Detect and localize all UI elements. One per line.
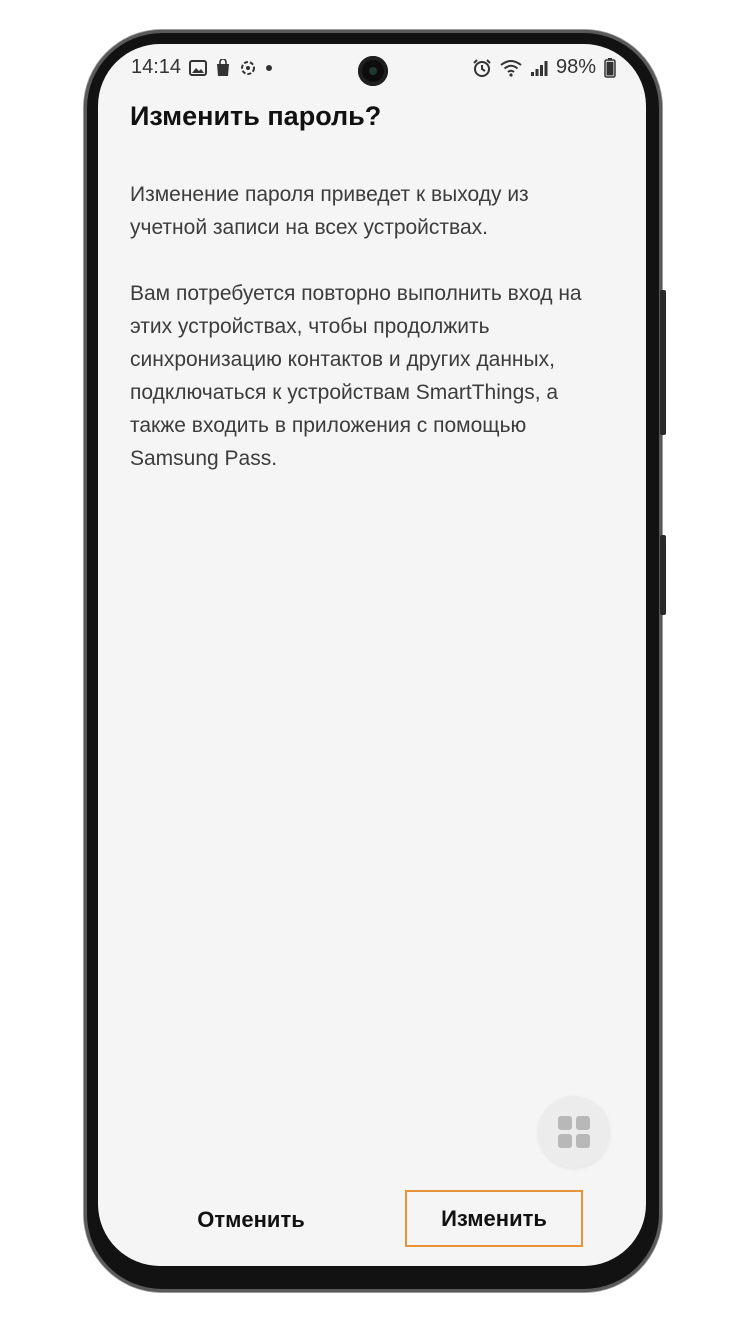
apps-grid-button[interactable] [538, 1096, 610, 1168]
battery-icon [604, 57, 616, 79]
phone-mockup: 14:14 98% Изменить пароль? Изменение пар… [0, 0, 750, 1320]
apps-grid-icon [557, 1115, 591, 1149]
shopping-bag-icon [215, 57, 231, 79]
sync-icon [239, 57, 257, 79]
status-bar-left: 14:14 [131, 56, 273, 79]
wifi-icon [500, 57, 522, 79]
status-bar: 14:14 98% [98, 44, 646, 92]
status-bar-right: 98% [472, 56, 616, 79]
dialog-title: Изменить пароль? [130, 101, 382, 131]
phone-screen: 14:14 98% Изменить пароль? Изменение пар… [98, 44, 646, 1266]
change-password-button[interactable]: Изменить [405, 1190, 583, 1247]
volume-button [660, 290, 666, 435]
gallery-icon [189, 57, 208, 79]
battery-percent: 98% [555, 56, 596, 78]
alarm-icon [472, 57, 492, 79]
status-time: 14:14 [131, 56, 182, 78]
dialog-message-secondary: Вам потребуется повторно выполнить вход … [130, 282, 582, 470]
signal-icon [530, 57, 548, 79]
front-camera [358, 56, 388, 86]
dot-icon [265, 57, 273, 79]
cancel-button[interactable]: Отменить [158, 1190, 344, 1250]
dialog-message-primary: Изменение пароля приведет к выходу из уч… [130, 183, 529, 239]
power-button [660, 535, 666, 615]
